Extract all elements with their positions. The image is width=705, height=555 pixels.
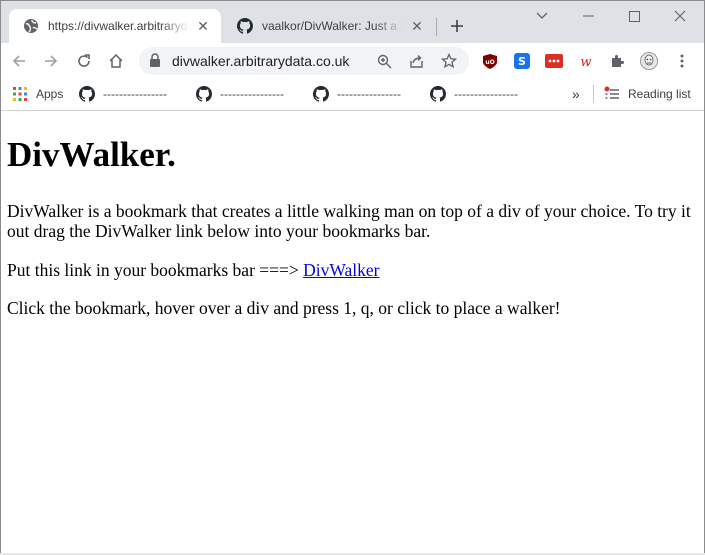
close-tab-icon[interactable]: ✕ bbox=[409, 18, 425, 34]
intro-paragraph: DivWalker is a bookmark that creates a l… bbox=[7, 201, 691, 241]
github-icon bbox=[430, 86, 446, 102]
back-button[interactable] bbox=[7, 49, 31, 73]
more-extension-icon[interactable] bbox=[545, 52, 563, 70]
tab-strip: https://divwalker.arbitrarydata.co.uk ✕ … bbox=[1, 1, 704, 43]
github-icon bbox=[313, 86, 329, 102]
puzzle-icon[interactable] bbox=[609, 52, 627, 70]
reload-icon bbox=[78, 54, 90, 67]
lock-icon[interactable] bbox=[149, 53, 161, 73]
home-icon bbox=[109, 53, 123, 68]
bookmark-label: ---------------- bbox=[103, 87, 167, 101]
arrow-right-icon bbox=[45, 55, 58, 67]
tab-title: https://divwalker.arbitrarydata.co.uk bbox=[48, 19, 189, 33]
menu-icon[interactable] bbox=[673, 52, 691, 70]
svg-text:uO: uO bbox=[485, 59, 494, 66]
minimize-icon bbox=[582, 15, 594, 17]
svg-text:w: w bbox=[580, 55, 591, 69]
s-extension-icon[interactable]: S bbox=[513, 52, 531, 70]
link-paragraph: Put this link in your bookmarks bar ===>… bbox=[7, 260, 699, 280]
link-prefix: Put this link in your bookmarks bar ===> bbox=[7, 260, 304, 280]
zoom-icon[interactable] bbox=[376, 53, 392, 69]
share-icon[interactable] bbox=[408, 53, 424, 69]
ublock-icon[interactable]: uO bbox=[481, 52, 499, 70]
bookmark-label: ---------------- bbox=[454, 87, 518, 101]
github-icon bbox=[79, 86, 95, 102]
bookmark-item[interactable]: ---------------- bbox=[196, 85, 284, 103]
bookmark-item[interactable]: ---------------- bbox=[430, 85, 518, 103]
instructions-paragraph: Click the bookmark, hover over a div and… bbox=[7, 298, 561, 318]
close-tab-icon[interactable]: ✕ bbox=[195, 18, 211, 34]
navigation-toolbar: divwalker.arbitrarydata.co.uk uO S w bbox=[1, 43, 704, 79]
minimize-button[interactable] bbox=[565, 1, 611, 31]
double-chevron-icon: » bbox=[572, 86, 580, 102]
bookmark-label: ---------------- bbox=[220, 87, 284, 101]
star-icon[interactable] bbox=[441, 53, 457, 69]
github-icon bbox=[196, 86, 212, 102]
tab-search-button[interactable] bbox=[519, 1, 565, 31]
apps-grid-icon bbox=[12, 86, 28, 102]
github-icon bbox=[237, 18, 253, 34]
tab-github-divwalker[interactable]: vaalkor/DivWalker: Just a little walking… bbox=[223, 9, 435, 43]
page-content: DivWalker. DivWalker is a bookmark that … bbox=[1, 111, 704, 554]
bookmark-label: ---------------- bbox=[337, 87, 401, 101]
tab-title: vaalkor/DivWalker: Just a little walking… bbox=[262, 19, 403, 33]
plus-icon bbox=[451, 20, 463, 32]
page-title: DivWalker. bbox=[7, 135, 176, 174]
address-bar[interactable]: divwalker.arbitrarydata.co.uk bbox=[139, 47, 469, 75]
arrow-left-icon bbox=[12, 55, 25, 67]
url-text[interactable]: divwalker.arbitrarydata.co.uk bbox=[172, 53, 349, 69]
new-tab-button[interactable] bbox=[447, 16, 467, 36]
bookmark-item[interactable]: ---------------- bbox=[313, 85, 401, 103]
reading-list-icon bbox=[604, 86, 620, 102]
maximize-icon bbox=[628, 10, 640, 22]
bookmark-item[interactable]: ---------------- bbox=[79, 85, 167, 103]
forward-button[interactable] bbox=[39, 49, 63, 73]
close-window-button[interactable] bbox=[657, 1, 703, 31]
chevron-down-icon bbox=[536, 12, 548, 19]
close-icon bbox=[674, 10, 686, 22]
tab-separator bbox=[436, 18, 437, 36]
bookmarks-separator bbox=[593, 85, 594, 103]
avatar[interactable] bbox=[640, 52, 658, 70]
tab-divwalker[interactable]: https://divwalker.arbitrarydata.co.uk ✕ bbox=[9, 9, 221, 43]
browser-window: https://divwalker.arbitrarydata.co.uk ✕ … bbox=[0, 0, 705, 555]
divwalker-bookmarklet-link[interactable]: DivWalker bbox=[303, 260, 379, 280]
globe-icon bbox=[23, 18, 39, 34]
reload-button[interactable] bbox=[72, 49, 96, 73]
bookmarks-overflow-button[interactable]: » bbox=[572, 85, 580, 103]
w-extension-icon[interactable]: w bbox=[577, 52, 595, 70]
maximize-button[interactable] bbox=[611, 1, 657, 31]
bookmarks-bar: Apps ---------------- ---------------- -… bbox=[1, 79, 704, 111]
apps-label: Apps bbox=[36, 87, 64, 101]
svg-text:S: S bbox=[518, 55, 526, 68]
apps-shortcut[interactable]: Apps bbox=[12, 85, 63, 103]
home-button[interactable] bbox=[104, 49, 128, 73]
reading-list-button[interactable]: Reading list bbox=[604, 85, 691, 103]
reading-list-label: Reading list bbox=[628, 87, 691, 101]
